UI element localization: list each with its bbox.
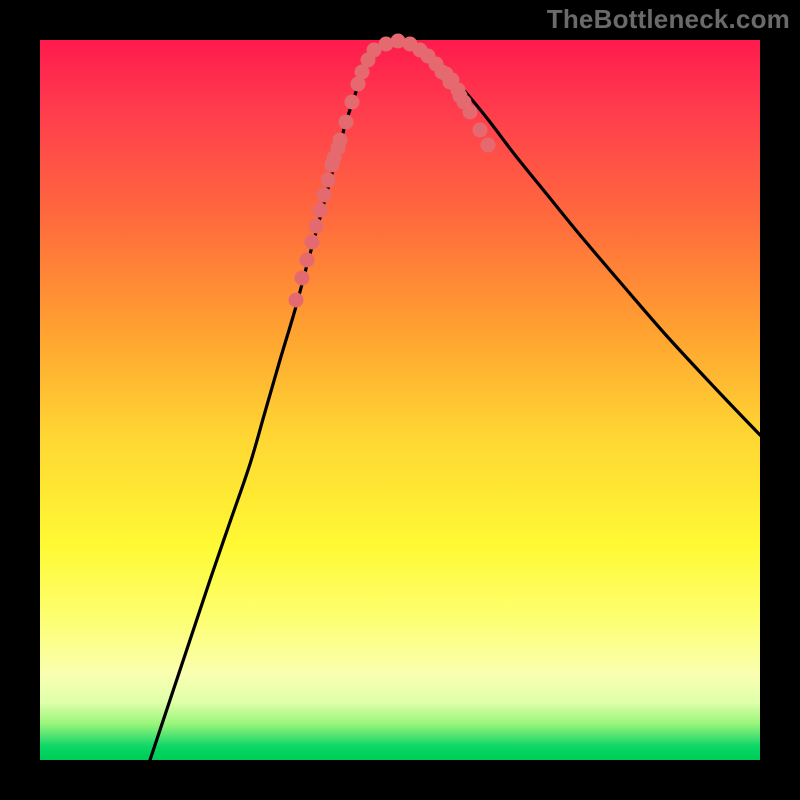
- marker-point: [321, 173, 336, 188]
- marker-point: [345, 95, 360, 110]
- marker-point: [289, 293, 304, 308]
- marker-point: [313, 203, 328, 218]
- marker-point: [339, 115, 354, 130]
- marker-point: [457, 95, 472, 110]
- marker-point: [317, 188, 332, 203]
- marker-point: [300, 253, 315, 268]
- chart-frame: TheBottleneck.com: [0, 0, 800, 800]
- marker-point: [473, 123, 488, 138]
- marker-point: [439, 67, 454, 82]
- marker-point: [481, 138, 496, 153]
- marker-point: [333, 133, 348, 148]
- marker-point: [327, 151, 342, 166]
- bottleneck-curve: [150, 41, 760, 760]
- marker-point: [295, 271, 310, 286]
- marker-group: [289, 34, 496, 308]
- marker-point: [309, 219, 324, 234]
- plot-area: [40, 40, 760, 760]
- marker-point: [305, 235, 320, 250]
- curve-layer: [40, 40, 760, 760]
- watermark-text: TheBottleneck.com: [547, 4, 790, 35]
